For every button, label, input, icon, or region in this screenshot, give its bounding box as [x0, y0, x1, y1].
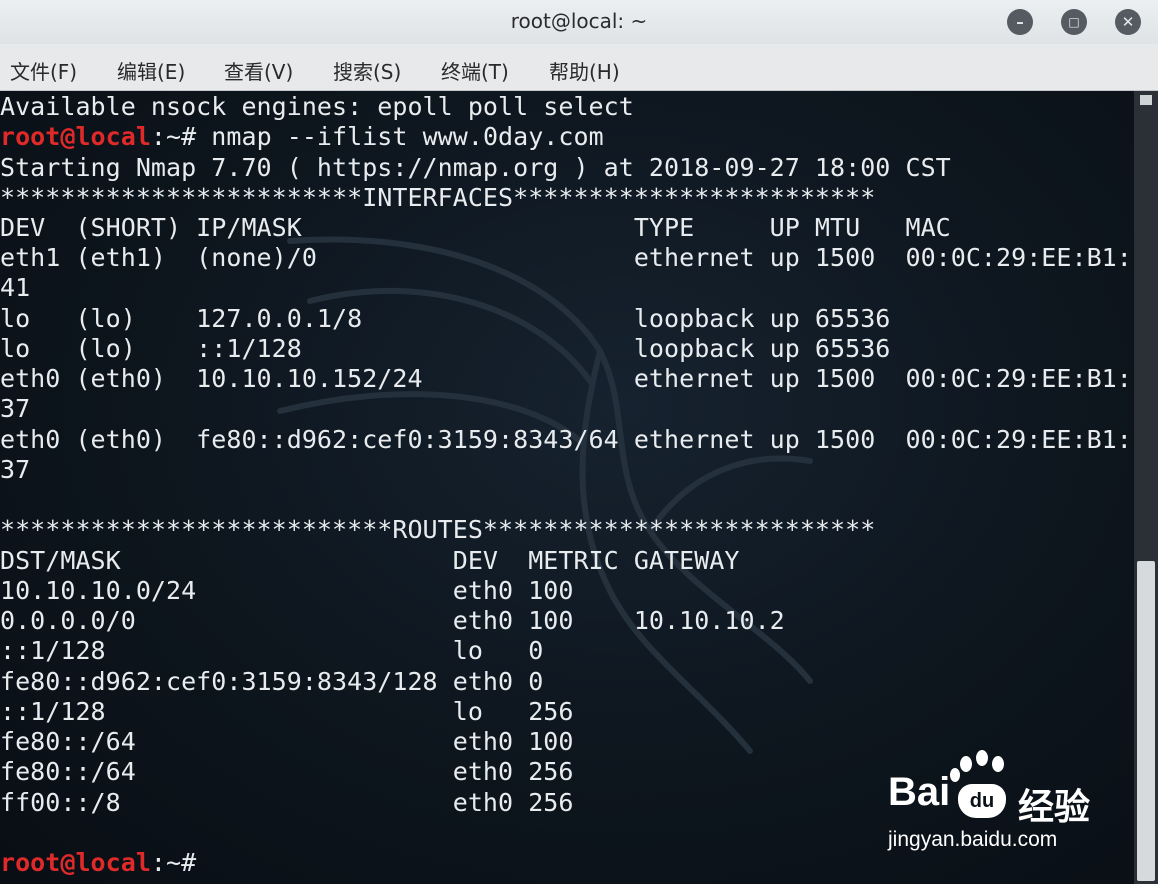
- terminal-line: fe80::/64 eth0 100: [0, 727, 574, 756]
- terminal-line: ************************INTERFACES******…: [0, 183, 876, 212]
- prompt-path: :~#: [150, 848, 212, 877]
- terminal-line: Starting Nmap 7.70 ( https://nmap.org ) …: [0, 153, 951, 182]
- watermark-brand-bai: Bai: [888, 770, 951, 814]
- terminal-scrollbar[interactable]: [1134, 91, 1158, 884]
- terminal-line: 10.10.10.0/24 eth0 100: [0, 576, 574, 605]
- menu-terminal[interactable]: 终端(T): [441, 56, 509, 85]
- terminal-line: ::1/128 lo 256: [0, 697, 574, 726]
- terminal-line: Available nsock engines: epoll poll sele…: [0, 92, 634, 121]
- terminal-line: fe80::d962:cef0:3159:8343/128 eth0 0: [0, 667, 544, 696]
- terminal-line: 41: [0, 273, 31, 302]
- terminal-prompt-line[interactable]: root@local:~#: [0, 848, 211, 878]
- terminal-line: ::1/128 lo 0: [0, 636, 544, 665]
- paw-icon: [960, 756, 972, 772]
- menu-file[interactable]: 文件(F): [10, 56, 77, 85]
- window-title: root@local: ~: [510, 9, 648, 33]
- paw-toe: [976, 750, 988, 766]
- terminal-line: eth0 (eth0) fe80::d962:cef0:3159:8343/64…: [0, 425, 1132, 454]
- terminal-prompt-line: root@local:~# nmap --iflist www.0day.com: [0, 122, 604, 152]
- terminal-line: DEV (SHORT) IP/MASK TYPE UP MTU MAC: [0, 213, 951, 242]
- terminal-line: eth1 (eth1) (none)/0 ethernet up 1500 00…: [0, 243, 1132, 272]
- prompt-path: :~#: [150, 122, 212, 151]
- prompt-user: root@local: [0, 122, 151, 151]
- menu-bar: 文件(F) 编辑(E) 查看(V) 搜索(S) 终端(T) 帮助(H): [0, 44, 1158, 91]
- watermark-url: jingyan.baidu.com: [888, 828, 1058, 851]
- paw-toe: [992, 756, 1004, 772]
- terminal-line: 37: [0, 455, 31, 484]
- watermark-brand-du: du: [958, 784, 1006, 818]
- terminal-line: 0.0.0.0/0 eth0 100 10.10.10.2: [0, 606, 785, 635]
- terminal-line: eth0 (eth0) 10.10.10.152/24 ethernet up …: [0, 364, 1132, 393]
- terminal-line: 37: [0, 394, 31, 423]
- menu-view[interactable]: 查看(V): [224, 56, 293, 85]
- terminal-line: DST/MASK DEV METRIC GATEWAY: [0, 546, 740, 575]
- maximize-icon[interactable]: □: [1061, 9, 1087, 35]
- watermark-brand-cn: 经验: [1018, 787, 1091, 828]
- prompt-user: root@local: [0, 848, 151, 877]
- terminal-line: **************************ROUTES********…: [0, 515, 876, 544]
- terminal-line: lo (lo) 127.0.0.1/8 loopback up 65536: [0, 304, 891, 333]
- paw-toe: [950, 768, 960, 782]
- terminal-line: lo (lo) ::1/128 loopback up 65536: [0, 334, 891, 363]
- scrollbar-thumb[interactable]: [1137, 561, 1155, 881]
- terminal-output[interactable]: Available nsock engines: epoll poll sele…: [0, 91, 1134, 884]
- menu-search[interactable]: 搜索(S): [333, 56, 401, 85]
- close-icon[interactable]: ✕: [1115, 9, 1141, 35]
- command-text: nmap --iflist www.0day.com: [211, 122, 604, 151]
- minimize-icon[interactable]: –: [1007, 9, 1033, 35]
- terminal-line: fe80::/64 eth0 256: [0, 757, 574, 786]
- scroll-up-icon[interactable]: [1140, 95, 1152, 105]
- menu-help[interactable]: 帮助(H): [549, 56, 620, 85]
- title-bar: root@local: ~ – □ ✕: [0, 0, 1158, 45]
- baidu-jingyan-watermark: Bai du 经验 jingyan.baidu.com: [884, 750, 1124, 860]
- menu-edit[interactable]: 编辑(E): [117, 56, 185, 85]
- terminal-line: ff00::/8 eth0 256: [0, 788, 574, 817]
